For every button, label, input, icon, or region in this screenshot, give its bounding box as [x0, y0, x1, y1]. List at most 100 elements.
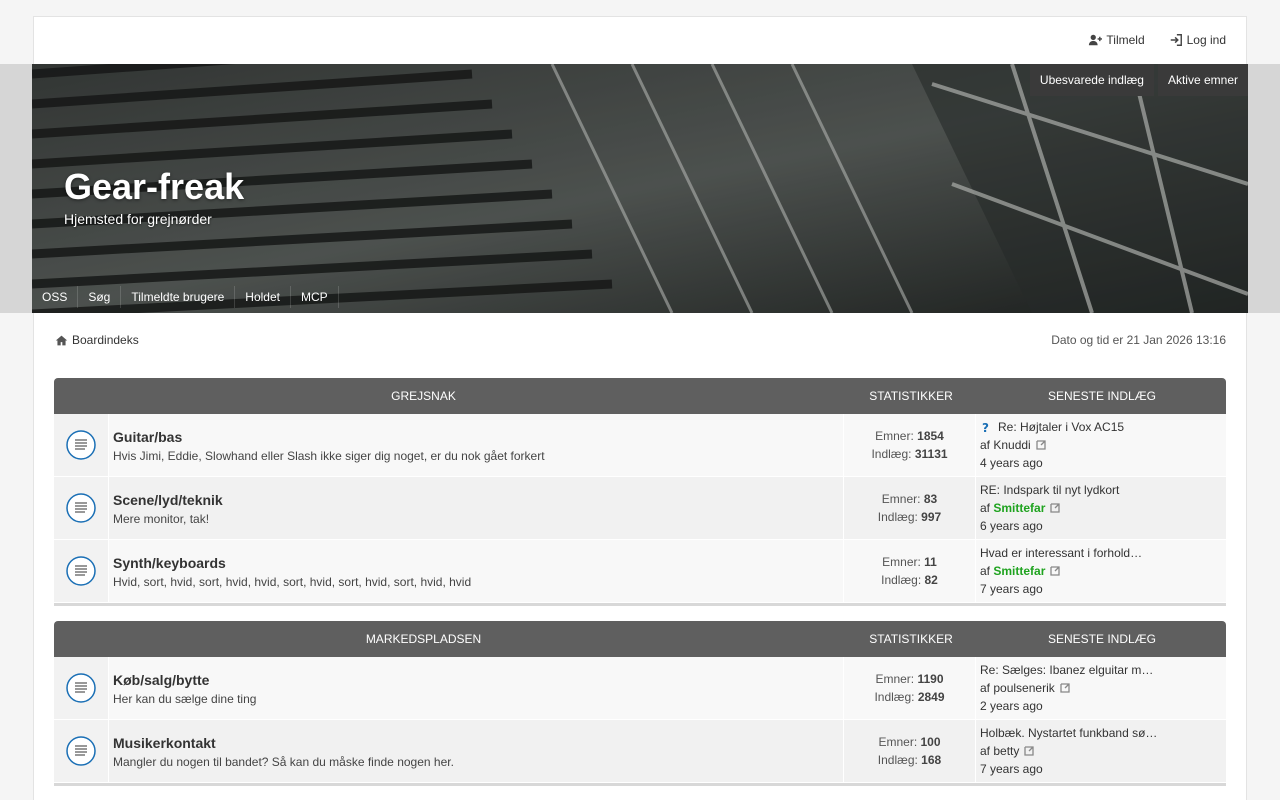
category-title[interactable]: MARKEDSPLADSEN [54, 621, 793, 657]
topic-count: 1854 [917, 429, 944, 443]
last-post-author[interactable]: Smittefar [993, 501, 1045, 515]
view-latest-post-icon[interactable] [1049, 502, 1061, 514]
last-post-author[interactable]: poulsenerik [993, 681, 1054, 695]
home-icon [55, 335, 68, 345]
last-post-author[interactable]: Smittefar [993, 564, 1045, 578]
nav-search[interactable]: Søg [78, 286, 122, 308]
topic-count: 83 [923, 492, 938, 506]
post-count: 168 [921, 753, 942, 767]
last-post-header: SENESTE INDLÆG [1047, 389, 1157, 403]
forum-read-icon [66, 673, 96, 703]
nav-mcp[interactable]: MCP [291, 286, 339, 308]
forum-title[interactable]: Scene/lyd/teknik [113, 492, 839, 508]
view-latest-post-icon[interactable] [1035, 439, 1047, 451]
main-nav: OSS Søg Tilmeldte brugere Holdet MCP [32, 286, 339, 308]
forum-description: Her kan du sælge dine ting [113, 692, 257, 706]
last-post-author[interactable]: Knuddi [993, 438, 1030, 452]
breadcrumb-index: Boardindeks [72, 333, 139, 347]
topic-count: 100 [920, 735, 941, 749]
topics-label: Emner: [875, 672, 915, 686]
last-post-time: 4 years ago [980, 456, 1043, 470]
category-title[interactable]: GREJSNAK [54, 378, 793, 414]
posts-label: Indlæg: [874, 690, 915, 704]
stats-header: STATISTIKKER [869, 632, 953, 646]
quick-links: Ubesvarede indlæg Aktive emner [1029, 64, 1248, 96]
forum-stats: Emner: 1190 Indlæg: 2849 [844, 657, 976, 719]
topics-label: Emner: [882, 555, 921, 569]
view-latest-post-icon[interactable] [1059, 682, 1071, 694]
forum-read-icon [66, 493, 96, 523]
last-post-title[interactable]: Hvad er interessant i forhold… [980, 546, 1222, 560]
forum-description: Hvis Jimi, Eddie, Slowhand eller Slash i… [113, 449, 545, 463]
posts-label: Indlæg: [881, 573, 922, 587]
forum-stats: Emner: 11 Indlæg: 82 [844, 540, 976, 602]
login-link[interactable]: Log ind [1169, 33, 1226, 47]
by-label: af [980, 744, 991, 758]
forum-description: Hvid, sort, hvid, sort, hvid, hvid, sort… [113, 575, 472, 589]
last-post-title[interactable]: Holbæk. Nystartet funkband sø… [980, 726, 1222, 740]
last-post: Re: Sælges: Ibanez elguitar m… af poulse… [976, 657, 1226, 719]
site-header-banner: Ubesvarede indlæg Aktive emner Gear-frea… [32, 64, 1248, 313]
forum-title[interactable]: Musikerkontakt [113, 735, 839, 751]
register-label: Tilmeld [1106, 33, 1145, 47]
last-post: RE: Indspark til nyt lydkort af Smittefa… [976, 477, 1226, 539]
current-datetime: Dato og tid er 21 Jan 2026 13:16 [1051, 333, 1226, 347]
forum-row: Synth/keyboards Hvid, sort, hvid, sort, … [54, 540, 1226, 603]
site-description: Hjemsted for grejnørder [64, 211, 212, 227]
forum-stats: Emner: 100 Indlæg: 168 [844, 720, 976, 782]
last-post: Holbæk. Nystartet funkband sø… af betty … [976, 720, 1226, 782]
stats-header: STATISTIKKER [869, 389, 953, 403]
forum-row: Scene/lyd/teknik Mere monitor, tak! Emne… [54, 477, 1226, 540]
topic-count: 1190 [917, 672, 944, 686]
post-count: 2849 [917, 690, 945, 704]
forum-title[interactable]: Guitar/bas [113, 429, 839, 445]
site-title[interactable]: Gear-freak [64, 166, 244, 208]
view-latest-post-icon[interactable] [1023, 745, 1035, 757]
posts-label: Indlæg: [877, 510, 918, 524]
user-plus-icon [1089, 34, 1103, 46]
last-post-time: 7 years ago [980, 762, 1043, 776]
forum-read-icon [66, 556, 96, 586]
login-label: Log ind [1186, 33, 1226, 47]
forum-row: Musikerkontakt Mangler du nogen til band… [54, 720, 1226, 783]
last-post-title[interactable]: RE: Indspark til nyt lydkort [980, 483, 1222, 497]
by-label: af [980, 681, 991, 695]
topics-label: Emner: [878, 735, 918, 749]
topics-label: Emner: [881, 492, 921, 506]
nav-faq[interactable]: OSS [32, 286, 79, 308]
last-post-title[interactable]: Re: Sælges: Ibanez elguitar m… [980, 663, 1222, 677]
breadcrumb-bar: Boardindeks Dato og tid er 21 Jan 2026 1… [55, 333, 1226, 347]
svg-text:?: ? [982, 421, 989, 433]
unanswered-posts-button[interactable]: Ubesvarede indlæg [1029, 64, 1154, 96]
user-links: Tilmeld Log ind [1088, 33, 1226, 47]
last-post-title[interactable]: Re: Højtaler i Vox AC15 [998, 420, 1124, 434]
view-latest-post-icon[interactable] [1049, 565, 1061, 577]
question-icon: ? [982, 421, 989, 433]
last-post: ? Re: Højtaler i Vox AC15 af Knuddi 4 yea… [976, 414, 1226, 476]
category-header: GREJSNAK STATISTIKKER SENESTE INDLÆG [54, 378, 1226, 414]
by-label: af [980, 438, 991, 452]
topics-label: Emner: [875, 429, 914, 443]
last-post-author[interactable]: betty [993, 744, 1019, 758]
forum-stats: Emner: 1854 Indlæg: 31131 [844, 414, 976, 476]
forum-description: Mangler du nogen til bandet? Så kan du m… [113, 755, 454, 769]
forum-title[interactable]: Synth/keyboards [113, 555, 839, 571]
nav-team[interactable]: Holdet [235, 286, 291, 308]
by-label: af [980, 501, 991, 515]
forum-read-icon [66, 430, 96, 460]
topic-count: 11 [924, 555, 937, 569]
forum-description: Mere monitor, tak! [113, 512, 210, 526]
last-post: Hvad er interessant i forhold… af Smitte… [976, 540, 1226, 602]
nav-members[interactable]: Tilmeldte brugere [121, 286, 236, 308]
last-post-time: 6 years ago [980, 519, 1043, 533]
category-header: MARKEDSPLADSEN STATISTIKKER SENESTE INDL… [54, 621, 1226, 657]
forum-row: Guitar/bas Hvis Jimi, Eddie, Slowhand el… [54, 414, 1226, 477]
forum-title[interactable]: Køb/salg/bytte [113, 672, 839, 688]
post-count: 997 [921, 510, 942, 524]
post-count: 82 [924, 573, 938, 587]
breadcrumb[interactable]: Boardindeks [55, 333, 139, 347]
post-count: 31131 [914, 447, 948, 461]
category-grejsnak: GREJSNAK STATISTIKKER SENESTE INDLÆG Gui… [54, 378, 1226, 606]
register-link[interactable]: Tilmeld [1088, 33, 1145, 47]
active-topics-button[interactable]: Aktive emner [1157, 64, 1248, 96]
